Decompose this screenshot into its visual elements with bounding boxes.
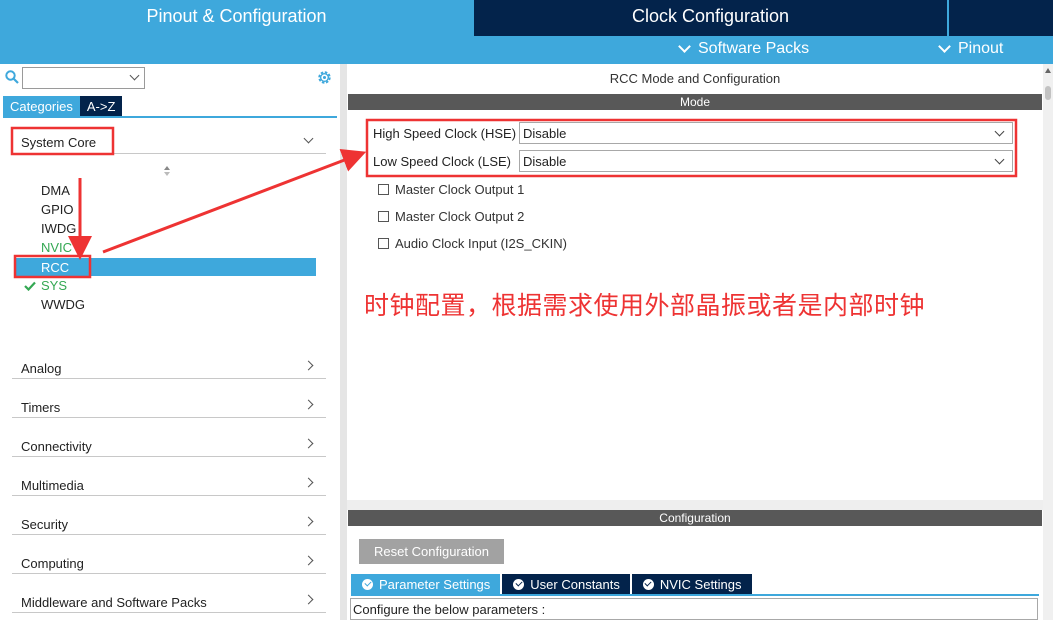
check-circle-icon	[513, 578, 525, 590]
peripheral-sys[interactable]: SYS	[41, 278, 67, 293]
peripheral-iwdg[interactable]: IWDG	[41, 221, 76, 236]
checkbox-label: Audio Clock Input (I2S_CKIN)	[395, 235, 567, 251]
checkbox[interactable]	[378, 210, 389, 222]
peripheral-gpio[interactable]: GPIO	[41, 202, 74, 217]
category-timers[interactable]: Timers	[12, 392, 326, 418]
category-label: Analog	[21, 361, 62, 376]
chevron-right-icon	[303, 360, 314, 371]
configuration-tabs: Parameter Settings User Constants NVIC S…	[351, 574, 754, 594]
tab-underline	[351, 594, 1039, 596]
pinout-label: Pinout	[958, 40, 1004, 57]
tab-categories[interactable]: Categories	[3, 96, 80, 116]
tab-a-z[interactable]: A->Z	[79, 96, 123, 116]
hse-row: High Speed Clock (HSE) Disable	[373, 122, 1013, 144]
tab-label: NVIC Settings	[659, 576, 742, 592]
chevron-down-icon	[938, 40, 951, 53]
tab-parameter-settings[interactable]: Parameter Settings	[351, 574, 501, 594]
annotation-text: 时钟配置，根据需求使用外部晶振或者是内部时钟	[364, 291, 926, 320]
hse-label: High Speed Clock (HSE)	[373, 126, 517, 141]
chevron-down-icon	[994, 126, 1005, 137]
category-connectivity[interactable]: Connectivity	[12, 431, 326, 457]
hse-value: Disable	[523, 126, 567, 141]
tab-pinout-configuration[interactable]: Pinout & Configuration	[0, 0, 473, 36]
chevron-right-icon	[303, 399, 314, 410]
peripheral-rcc-label: RCC	[41, 260, 70, 275]
checkbox[interactable]	[378, 183, 389, 195]
check-circle-icon	[642, 578, 654, 590]
tab-label: Parameter Settings	[379, 576, 491, 592]
software-packs-label: Software Packs	[698, 40, 810, 57]
search-combobox[interactable]	[22, 67, 145, 89]
lse-row: Low Speed Clock (LSE) Disable	[373, 150, 1013, 172]
lse-label: Low Speed Clock (LSE)	[373, 154, 512, 169]
chevron-right-icon	[303, 555, 314, 566]
search-icon[interactable]	[5, 70, 19, 84]
category-security[interactable]: Security	[12, 509, 326, 535]
chevron-right-icon	[303, 516, 314, 527]
checkbox-label: Master Clock Output 1	[395, 181, 525, 197]
check-icon	[24, 281, 36, 291]
category-middleware[interactable]: Middleware and Software Packs	[12, 587, 326, 613]
chevron-right-icon	[303, 438, 314, 449]
peripheral-rcc-selected[interactable]: RCC	[16, 258, 316, 276]
lse-select[interactable]: Disable	[519, 150, 1013, 172]
peripheral-wwdg[interactable]: WWDG	[41, 297, 85, 312]
hse-select[interactable]: Disable	[519, 122, 1013, 144]
category-multimedia[interactable]: Multimedia	[12, 470, 326, 496]
category-label: System Core	[21, 135, 97, 150]
category-panel: Categories A->Z System Core DMA GPIO IWD…	[0, 64, 340, 620]
tab-extra[interactable]	[949, 0, 1053, 36]
sub-menu-bar: Software Packs Pinout	[0, 36, 1053, 64]
parameter-hint: Configure the below parameters :	[353, 602, 546, 617]
reset-configuration-button[interactable]: Reset Configuration	[359, 539, 504, 564]
vertical-scrollbar[interactable]	[1043, 64, 1053, 620]
category-system-core[interactable]: System Core	[12, 128, 326, 154]
parameter-list[interactable]: Configure the below parameters :	[350, 598, 1038, 620]
peripheral-dma[interactable]: DMA	[41, 183, 70, 198]
panel-splitter[interactable]	[347, 500, 1043, 510]
sort-icon[interactable]	[163, 165, 171, 177]
checkbox-mco1[interactable]: Master Clock Output 1	[378, 181, 524, 197]
category-tabs: Categories A->Z	[3, 96, 123, 116]
tab-clock-configuration[interactable]: Clock Configuration	[474, 0, 947, 36]
gear-icon[interactable]	[316, 69, 333, 86]
category-label: Security	[21, 517, 68, 532]
category-label: Computing	[21, 556, 84, 571]
category-label: Multimedia	[21, 478, 84, 493]
chevron-down-icon	[994, 154, 1005, 165]
category-computing[interactable]: Computing	[12, 548, 326, 574]
software-packs-menu[interactable]: Software Packs	[678, 40, 810, 58]
configuration-header: Configuration	[348, 510, 1042, 526]
checkbox-mco2[interactable]: Master Clock Output 2	[378, 208, 524, 224]
chevron-right-icon	[303, 477, 314, 488]
lse-value: Disable	[523, 154, 567, 169]
chevron-down-icon[interactable]	[129, 70, 140, 81]
chevron-down-icon	[303, 133, 314, 144]
rcc-mode-panel: RCC Mode and Configuration Mode High Spe…	[347, 64, 1043, 620]
chevron-right-icon	[303, 594, 314, 605]
checkbox[interactable]	[378, 237, 389, 249]
category-label: Timers	[21, 400, 61, 415]
tab-user-constants[interactable]: User Constants	[502, 574, 630, 594]
tab-nvic-settings[interactable]: NVIC Settings	[631, 574, 752, 594]
chevron-down-icon	[678, 40, 691, 53]
tab-underline	[3, 116, 337, 118]
mode-header: Mode	[348, 94, 1042, 110]
peripheral-nvic[interactable]: NVIC	[41, 240, 72, 255]
panel-splitter[interactable]	[340, 64, 347, 620]
checkbox-label: Master Clock Output 2	[395, 208, 525, 224]
category-label: Connectivity	[21, 439, 92, 454]
scroll-up-icon[interactable]	[1045, 68, 1051, 73]
pinout-menu[interactable]: Pinout	[938, 40, 1004, 58]
scroll-thumb[interactable]	[1045, 86, 1051, 100]
category-analog[interactable]: Analog	[12, 353, 326, 379]
checkbox-i2s-ckin[interactable]: Audio Clock Input (I2S_CKIN)	[378, 235, 567, 251]
panel-title: RCC Mode and Configuration	[609, 71, 781, 86]
category-label: Middleware and Software Packs	[21, 595, 207, 610]
tab-label: User Constants	[530, 576, 620, 592]
check-circle-icon	[362, 578, 373, 590]
